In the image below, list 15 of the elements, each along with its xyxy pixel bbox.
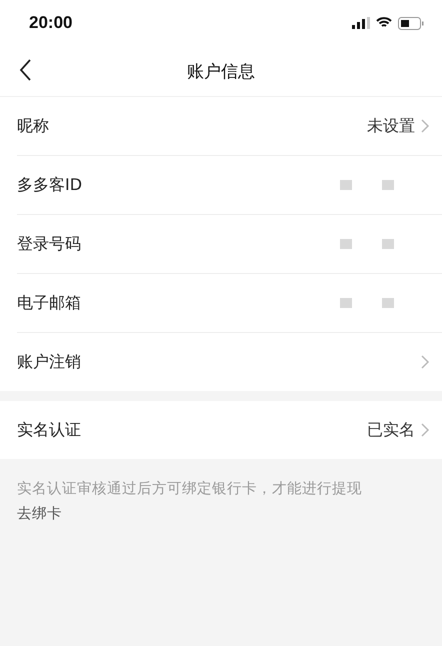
row-label[interactable]: 账户注销 bbox=[17, 352, 421, 372]
battery-icon bbox=[398, 16, 424, 30]
row-label[interactable]: 昵称 bbox=[17, 116, 367, 136]
row-value: 未设置 bbox=[367, 116, 415, 136]
row-label: 电子邮箱 bbox=[17, 292, 82, 314]
page-title: 账户信息 bbox=[187, 60, 255, 82]
signal-icon bbox=[352, 17, 370, 29]
row-label: 多多客ID bbox=[17, 174, 84, 196]
bind-card-link[interactable]: 去绑卡 bbox=[17, 502, 62, 527]
row-label[interactable]: 实名认证 bbox=[17, 420, 367, 440]
wifi-icon bbox=[376, 17, 392, 29]
hint-text: 实名认证审核通过后方可绑定银行卡，才能进行提现 bbox=[17, 480, 363, 499]
row-value: 已实名 bbox=[367, 420, 415, 440]
row-label: 登录号码 bbox=[17, 234, 82, 254]
status-time: 20:00 bbox=[29, 13, 72, 33]
